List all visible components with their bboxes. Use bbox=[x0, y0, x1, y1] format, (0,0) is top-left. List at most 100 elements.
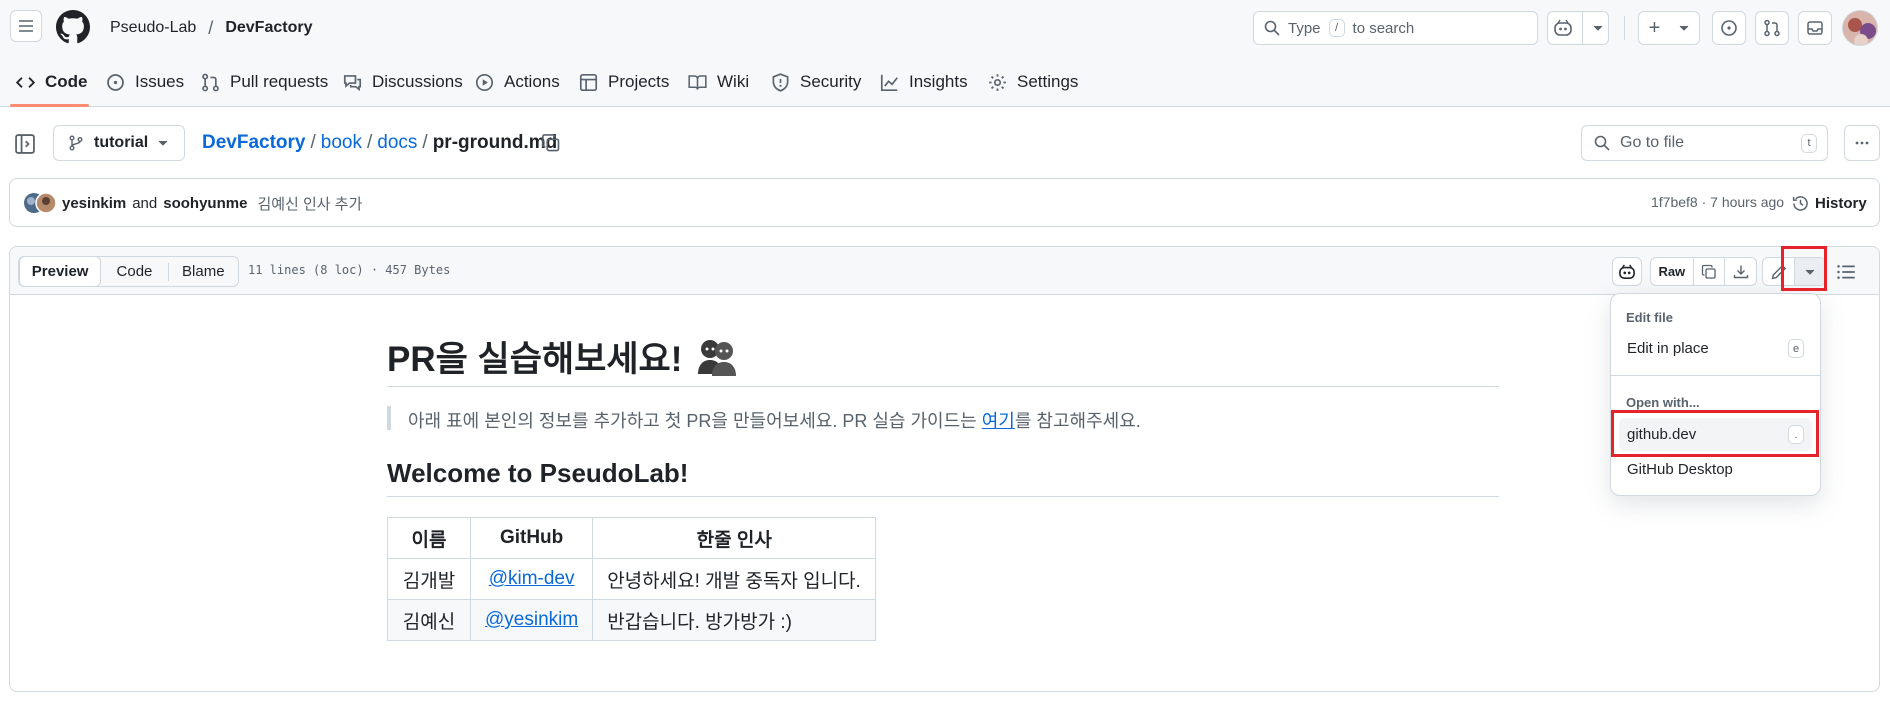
edit-in-place-shortcut: e bbox=[1788, 339, 1804, 358]
people-emoji-icon bbox=[698, 340, 737, 376]
tab-wiki[interactable]: Wiki bbox=[688, 70, 749, 94]
tab-pull-requests[interactable]: Pull requests bbox=[201, 70, 328, 94]
tab-code-underline bbox=[10, 104, 89, 107]
issues-header-button[interactable] bbox=[1712, 11, 1746, 45]
global-search-input[interactable]: Type / to search bbox=[1253, 11, 1538, 45]
tab-discussions[interactable]: Discussions bbox=[343, 70, 463, 94]
commit-author-1[interactable]: yesinkim bbox=[62, 195, 126, 212]
tab-security-label: Security bbox=[800, 72, 862, 91]
author-avatars[interactable] bbox=[23, 192, 57, 214]
side-panel-toggle-button[interactable] bbox=[14, 133, 36, 155]
branch-selector[interactable]: tutorial bbox=[53, 125, 185, 161]
git-pull-request-icon bbox=[202, 73, 219, 91]
menu-divider bbox=[1611, 375, 1820, 376]
tab-actions[interactable]: Actions bbox=[475, 70, 560, 94]
blockquote-text-post: 를 참고해주세요. bbox=[1014, 411, 1141, 431]
download-icon bbox=[1733, 265, 1748, 278]
tab-settings[interactable]: Settings bbox=[988, 70, 1078, 94]
table-cell: 반갑습니다. 방가방가 :) bbox=[592, 599, 877, 641]
menu-heading-open-with: Open with... bbox=[1626, 395, 1700, 410]
commit-hash-time[interactable]: 1f7bef8 · 7 hours ago bbox=[1651, 194, 1784, 210]
shield-icon bbox=[772, 72, 789, 92]
blockquote-bar bbox=[387, 406, 391, 430]
comment-discussion-icon bbox=[343, 74, 362, 91]
copilot-button[interactable] bbox=[1547, 11, 1609, 45]
chevron-down-icon bbox=[158, 140, 168, 146]
table-header-row: 이름 GitHub 한줄 인사 bbox=[387, 517, 877, 559]
outline-toggle-button[interactable] bbox=[1836, 262, 1856, 282]
table-row: 김예신 @yesinkim 반갑습니다. 방가방가 :) bbox=[387, 599, 877, 641]
guide-link[interactable]: 여기 bbox=[982, 411, 1015, 431]
github-profile-link[interactable]: @yesinkim bbox=[485, 609, 578, 630]
commit-author-2[interactable]: soohyunme bbox=[163, 195, 247, 212]
tab-insights-label: Insights bbox=[909, 72, 968, 91]
go-to-file-placeholder: Go to file bbox=[1620, 134, 1685, 151]
graph-icon bbox=[880, 74, 898, 91]
tab-code[interactable]: Code bbox=[16, 70, 88, 94]
search-shortcut-key: / bbox=[1328, 19, 1345, 37]
inbox-icon bbox=[1807, 21, 1823, 35]
breadcrumb-separator: / bbox=[208, 17, 214, 38]
table-row: 김개발 @kim-dev 안녕하세요! 개발 중독자 입니다. bbox=[387, 558, 877, 600]
tab-settings-label: Settings bbox=[1017, 72, 1079, 91]
tab-projects-label: Projects bbox=[608, 72, 670, 91]
tab-pull-requests-label: Pull requests bbox=[230, 72, 329, 91]
path-book-link[interactable]: book bbox=[321, 132, 362, 154]
plus-icon: + bbox=[1648, 16, 1661, 39]
inbox-button[interactable] bbox=[1798, 11, 1832, 45]
copy-icon bbox=[1701, 264, 1716, 279]
list-unordered-icon bbox=[1837, 265, 1855, 279]
go-to-file-shortcut: t bbox=[1801, 133, 1817, 153]
table-cell: 김예신 bbox=[387, 599, 471, 641]
github-profile-link[interactable]: @kim-dev bbox=[489, 568, 575, 589]
search-placeholder-post: to search bbox=[1352, 19, 1415, 37]
hamburger-menu-button[interactable] bbox=[10, 10, 42, 42]
hamburger-icon bbox=[19, 20, 33, 32]
search-icon bbox=[1264, 20, 1280, 36]
path-repo-link[interactable]: DevFactory bbox=[202, 132, 306, 154]
search-placeholder-pre: Type bbox=[1288, 19, 1321, 37]
file-info: 11 lines (8 loc) · 457 Bytes bbox=[248, 263, 451, 277]
menu-item-github-desktop[interactable]: GitHub Desktop bbox=[1619, 453, 1812, 486]
play-icon bbox=[475, 73, 494, 91]
table-header-cell: 이름 bbox=[387, 517, 471, 559]
pull-requests-header-button[interactable] bbox=[1755, 11, 1789, 45]
history-button[interactable]: History bbox=[1792, 192, 1867, 214]
path-docs-link[interactable]: docs bbox=[377, 132, 417, 154]
user-avatar[interactable] bbox=[1842, 10, 1878, 46]
copy-raw-button[interactable] bbox=[1694, 264, 1725, 280]
tab-insights[interactable]: Insights bbox=[880, 70, 968, 94]
code-icon bbox=[16, 76, 35, 88]
blockquote: 아래 표에 본인의 정보를 추가하고 첫 PR을 만들어보세요. PR 실습 가… bbox=[408, 407, 1141, 433]
go-to-file-input[interactable]: Go to file t bbox=[1581, 125, 1828, 161]
copilot-ask-button[interactable] bbox=[1612, 257, 1642, 286]
copy-icon bbox=[542, 134, 560, 152]
git-branch-icon bbox=[69, 135, 83, 151]
section-heading: Welcome to PseudoLab! bbox=[387, 458, 689, 488]
more-options-button[interactable] bbox=[1844, 125, 1880, 161]
create-new-button[interactable]: + bbox=[1638, 11, 1700, 45]
blame-tab[interactable]: Blame bbox=[169, 263, 238, 280]
copilot-icon bbox=[1619, 264, 1635, 279]
commit-message[interactable]: 김예신 인사 추가 bbox=[257, 193, 362, 214]
branch-name: tutorial bbox=[94, 134, 149, 151]
copilot-icon bbox=[1554, 19, 1572, 36]
tab-issues[interactable]: Issues bbox=[106, 70, 184, 94]
github-logo-icon[interactable] bbox=[56, 10, 90, 44]
tab-projects[interactable]: Projects bbox=[579, 70, 669, 94]
tab-security[interactable]: Security bbox=[771, 70, 861, 94]
download-raw-button[interactable] bbox=[1725, 264, 1756, 280]
owner-link[interactable]: Pseudo-Lab bbox=[110, 19, 196, 37]
gear-icon bbox=[989, 73, 1006, 91]
highlight-dropdown-button bbox=[1781, 246, 1827, 291]
tab-wiki-label: Wiki bbox=[717, 72, 750, 91]
raw-button[interactable]: Raw bbox=[1651, 264, 1693, 279]
menu-item-edit-in-place[interactable]: Edit in place e bbox=[1619, 332, 1812, 365]
git-pull-request-icon bbox=[1764, 19, 1780, 37]
code-tab[interactable]: Code bbox=[101, 263, 167, 280]
file-path-breadcrumb: DevFactory / book / docs / pr-ground.md bbox=[202, 131, 557, 155]
repo-link[interactable]: DevFactory bbox=[225, 19, 312, 37]
issue-opened-icon bbox=[1721, 20, 1737, 36]
copy-path-button[interactable] bbox=[541, 133, 561, 153]
preview-tab[interactable]: Preview bbox=[19, 256, 102, 287]
